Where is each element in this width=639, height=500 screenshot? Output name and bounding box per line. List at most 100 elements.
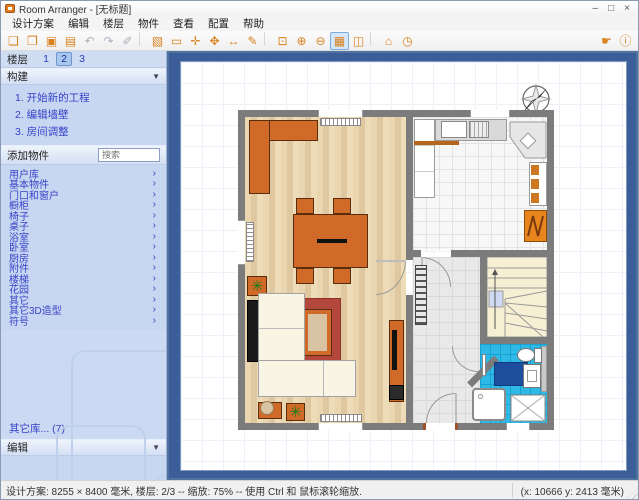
dining-table[interactable]	[293, 214, 368, 268]
shower-cabin[interactable]	[510, 394, 546, 422]
living-door-leaf[interactable]	[376, 260, 406, 262]
corner-sofa-orange-side[interactable]	[249, 120, 270, 194]
staircase[interactable]	[487, 257, 547, 337]
info-button[interactable]: ⓘ	[616, 32, 635, 50]
radiator-bottom[interactable]	[320, 414, 362, 422]
shower-tray[interactable]	[472, 388, 506, 421]
dining-chair[interactable]	[296, 268, 314, 284]
chevron-right-icon: ›	[153, 199, 156, 210]
build-step-link[interactable]: 2. 编辑墙壁	[1, 106, 166, 123]
toilet-tank[interactable]	[534, 348, 542, 363]
collapse-arrow-icon[interactable]: ▼	[152, 72, 160, 81]
walkthrough-button[interactable]: ⌂	[379, 32, 398, 50]
maximize-button[interactable]: □	[608, 2, 614, 15]
object-categories: 用户库›基本物件›门口和窗户›橱柜›椅子›桌子›浴室›卧室›厨房›附件›楼梯›花…	[1, 165, 166, 330]
menu-item[interactable]: 物件	[131, 15, 166, 32]
door-jamb	[423, 423, 426, 430]
chevron-right-icon: ›	[153, 189, 156, 200]
corner-sofa-cream-bottom[interactable]	[258, 360, 356, 397]
dining-chair[interactable]	[296, 198, 314, 214]
dish-rack[interactable]	[469, 121, 489, 138]
format-brush-button[interactable]: ✐	[118, 32, 137, 50]
menu-bar: 设计方案编辑楼层物件查看配置帮助	[1, 16, 638, 31]
window-bottom-living[interactable]	[318, 423, 363, 430]
close-button[interactable]: ×	[624, 2, 630, 15]
sidebar: 楼层 123 构建 ▼ 1. 开始新的工程2. 编辑墙壁3. 房间调整 添加物件…	[1, 51, 167, 480]
window-top-living[interactable]	[318, 110, 363, 117]
zoom-out-button[interactable]: ⊖	[311, 32, 330, 50]
tv[interactable]	[392, 330, 397, 370]
menu-item[interactable]: 编辑	[61, 15, 96, 32]
front-door-leaf[interactable]	[455, 393, 457, 423]
radiator-left[interactable]	[246, 222, 254, 262]
sidebar-empty-area	[1, 330, 166, 420]
floor-tab[interactable]: 2	[56, 52, 72, 66]
redo-button[interactable]: ↷	[99, 32, 118, 50]
save-button[interactable]: ▣	[42, 32, 61, 50]
radiator-top[interactable]	[320, 118, 361, 126]
coffee-table[interactable]	[304, 310, 331, 355]
floor-tab[interactable]: 1	[38, 52, 54, 66]
kitchen-sink[interactable]	[441, 121, 467, 138]
window-left-living[interactable]	[238, 220, 245, 265]
fireplace[interactable]	[389, 385, 404, 400]
corner-cabinet[interactable]	[509, 121, 547, 159]
menu-item[interactable]: 楼层	[96, 15, 131, 32]
chevron-right-icon: ›	[153, 231, 156, 242]
dining-chair[interactable]	[333, 268, 351, 284]
menu-item[interactable]: 配置	[201, 15, 236, 32]
pan-tool-button[interactable]: ✥	[205, 32, 224, 50]
cursor-coordinates: (x: 10666 y: 2413 毫米)	[512, 483, 638, 498]
search-input[interactable]	[98, 148, 160, 162]
chevron-right-icon: ›	[153, 178, 156, 189]
hand-pointer-button[interactable]: ☛	[597, 32, 616, 50]
measure-tool-button[interactable]: ↔	[224, 32, 243, 50]
new-file-button[interactable]: ❑	[4, 32, 23, 50]
drawing-canvas[interactable]: ✳ ✳	[167, 51, 638, 480]
toolbar: ❑❒▣▤↶↷✐ ▧▭✛✥↔✎ ⊡⊕⊖▦◫ ⌂◷ ☛ⓘ	[1, 31, 638, 51]
zoom-fit-button[interactable]: ⊡	[273, 32, 292, 50]
minimize-button[interactable]: –	[593, 2, 599, 15]
view-3d-button[interactable]: ▦	[330, 32, 349, 50]
hall-shelf[interactable]	[415, 265, 427, 325]
window-bottom-bathroom[interactable]	[506, 423, 530, 430]
stove-cabinet[interactable]	[524, 210, 547, 242]
potted-plant[interactable]: ✳	[286, 403, 305, 421]
build-section-header[interactable]: 构建 ▼	[1, 68, 166, 85]
add-objects-header: 添加物件	[1, 145, 166, 165]
chevron-right-icon: ›	[153, 252, 156, 263]
ruler-tool-button[interactable]: ▭	[167, 32, 186, 50]
window-top-kitchen[interactable]	[470, 110, 510, 117]
kitchen-tall-cabinets[interactable]	[414, 119, 435, 198]
toilet-bowl[interactable]	[517, 348, 535, 362]
move-tool-button[interactable]: ✛	[186, 32, 205, 50]
floor-tab[interactable]: 3	[74, 52, 90, 66]
kitchen-wall-cabinets[interactable]	[529, 162, 547, 206]
select-tool-button[interactable]: ▧	[148, 32, 167, 50]
print-button[interactable]: ▤	[61, 32, 80, 50]
chevron-right-icon: ›	[153, 262, 156, 273]
ottoman[interactable]	[260, 401, 274, 415]
undo-button[interactable]: ↶	[80, 32, 99, 50]
zoom-in-button[interactable]: ⊕	[292, 32, 311, 50]
category-item[interactable]: 符号›	[1, 315, 166, 326]
open-file-button[interactable]: ❒	[23, 32, 42, 50]
wall-left	[238, 110, 245, 430]
menu-item[interactable]: 帮助	[236, 15, 271, 32]
bathroom-sink[interactable]	[523, 364, 541, 388]
menu-item[interactable]: 设计方案	[5, 15, 61, 32]
build-step-link[interactable]: 1. 开始新的工程	[1, 89, 166, 106]
draw-walls-button[interactable]: ✎	[243, 32, 262, 50]
floor-plan[interactable]: ✳ ✳	[238, 110, 554, 430]
table-centerpiece	[317, 239, 347, 243]
build-steps: 1. 开始新的工程2. 编辑墙壁3. 房间调整	[1, 85, 166, 145]
quick-render-button[interactable]: ◷	[398, 32, 417, 50]
floors-label: 楼层	[7, 52, 28, 67]
chevron-right-icon: ›	[153, 283, 156, 294]
wall-kitchen-hall-right	[451, 250, 547, 257]
menu-item[interactable]: 查看	[166, 15, 201, 32]
dining-chair[interactable]	[333, 198, 351, 214]
objects-3d-button[interactable]: ◫	[349, 32, 368, 50]
build-step-link[interactable]: 3. 房间调整	[1, 123, 166, 140]
plan-page[interactable]: ✳ ✳	[180, 61, 627, 471]
